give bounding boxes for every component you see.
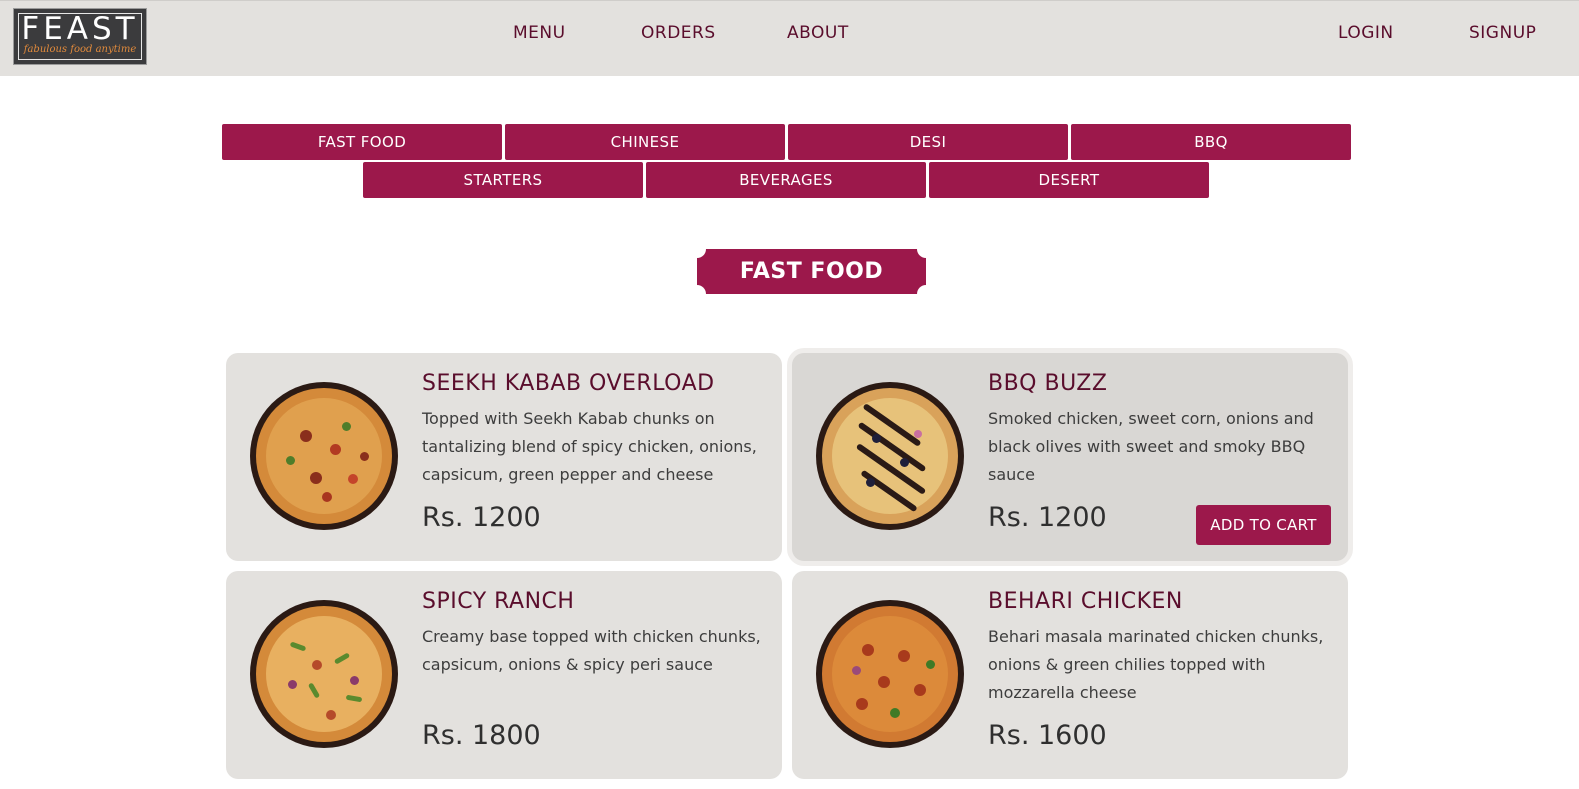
pizza-image bbox=[250, 600, 398, 748]
add-to-cart-button[interactable]: ADD TO CART bbox=[1196, 505, 1331, 545]
product-name: BEHARI CHICKEN bbox=[988, 589, 1183, 614]
section-title-banner: FAST FOOD bbox=[688, 240, 935, 303]
category-desi-button[interactable]: DESI bbox=[788, 124, 1068, 160]
nav-orders-link[interactable]: ORDERS bbox=[641, 21, 716, 45]
nav-login-link[interactable]: LOGIN bbox=[1338, 21, 1394, 45]
product-card[interactable]: BEHARI CHICKEN Behari masala marinated c… bbox=[792, 571, 1348, 779]
logo-tagline: fabulous food anytime bbox=[23, 44, 137, 55]
nav-about-link[interactable]: ABOUT bbox=[787, 21, 849, 45]
product-price: Rs. 1200 bbox=[988, 502, 1107, 533]
product-price: Rs. 1800 bbox=[422, 720, 541, 751]
pizza-image bbox=[250, 382, 398, 530]
product-card[interactable]: SEEKH KABAB OVERLOAD Topped with Seekh K… bbox=[226, 353, 782, 561]
product-card[interactable]: BBQ BUZZ Smoked chicken, sweet corn, oni… bbox=[792, 353, 1348, 561]
logo-wordmark: FEAST bbox=[21, 11, 139, 47]
nav-menu-link[interactable]: MENU bbox=[513, 21, 566, 45]
category-fast-food-button[interactable]: FAST FOOD bbox=[222, 124, 502, 160]
nav-signup-link[interactable]: SIGNUP bbox=[1469, 21, 1536, 45]
feast-logo[interactable]: FEAST fabulous food anytime bbox=[13, 8, 147, 65]
product-price: Rs. 1200 bbox=[422, 502, 541, 533]
product-name: SPICY RANCH bbox=[422, 589, 575, 614]
product-price: Rs. 1600 bbox=[988, 720, 1107, 751]
product-description: Creamy base topped with chicken chunks, … bbox=[422, 627, 761, 674]
product-description: Behari masala marinated chicken chunks, … bbox=[988, 627, 1324, 702]
category-desert-button[interactable]: DESERT bbox=[929, 162, 1209, 198]
category-bbq-button[interactable]: BBQ bbox=[1071, 124, 1351, 160]
pizza-image bbox=[816, 600, 964, 748]
product-card[interactable]: SPICY RANCH Creamy base topped with chic… bbox=[226, 571, 782, 779]
category-chinese-button[interactable]: CHINESE bbox=[505, 124, 785, 160]
category-beverages-button[interactable]: BEVERAGES bbox=[646, 162, 926, 198]
section-title: FAST FOOD bbox=[739, 259, 884, 284]
category-starters-button[interactable]: STARTERS bbox=[363, 162, 643, 198]
product-description: Topped with Seekh Kabab chunks on tantal… bbox=[422, 409, 757, 484]
product-description: Smoked chicken, sweet corn, onions and b… bbox=[988, 409, 1314, 484]
product-name: SEEKH KABAB OVERLOAD bbox=[422, 371, 715, 396]
pizza-image bbox=[816, 382, 964, 530]
top-navbar: FEAST fabulous food anytime MENU ORDERS … bbox=[0, 0, 1579, 76]
product-name: BBQ BUZZ bbox=[988, 371, 1108, 396]
